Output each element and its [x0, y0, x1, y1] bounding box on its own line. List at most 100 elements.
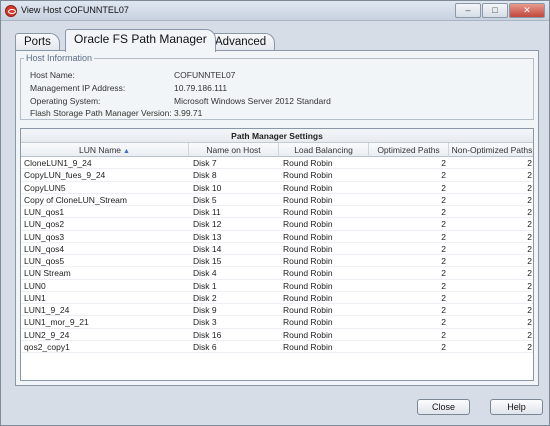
table-row[interactable]: qos2_copy1 Disk 6 Round Robin 2 2: [21, 341, 533, 353]
cell-load-balancing: Round Robin: [283, 219, 333, 230]
cell-lun-name: LUN_qos2: [24, 219, 65, 230]
table-row[interactable]: LUN_qos1 Disk 11 Round Robin 2 2: [21, 206, 533, 219]
host-name-value: COFUNNTEL07: [174, 70, 236, 80]
cell-lun-name: LUN Stream: [24, 268, 71, 279]
cell-load-balancing: Round Robin: [283, 292, 333, 303]
cell-load-balancing: Round Robin: [283, 243, 333, 254]
operating-system-value: Microsoft Windows Server 2012 Standard: [174, 96, 331, 106]
table-row[interactable]: LUN_qos5 Disk 15 Round Robin 2 2: [21, 255, 533, 268]
table-row[interactable]: LUN2_9_24 Disk 16 Round Robin 2 2: [21, 329, 533, 341]
cell-optimized-paths: 2: [441, 231, 446, 242]
cell-load-balancing: Round Robin: [283, 170, 333, 181]
cell-lun-name: LUN_qos5: [24, 256, 65, 266]
column-header-non-optimized-paths[interactable]: Non-Optimized Paths: [449, 143, 533, 157]
table-body: CloneLUN1_9_24 Disk 7 Round Robin 2 2 CopyLUN…: [21, 157, 533, 353]
cell-optimized-paths: 2: [441, 268, 446, 279]
cell-name-on-host: Disk 4: [193, 268, 217, 279]
table-row[interactable]: LUN1_mor_9_21 Disk 3 Round Robin 2 2: [21, 316, 533, 329]
cell-lun-name: CopyLUN5: [24, 182, 66, 193]
cell-non-optimized-paths: 2: [527, 317, 532, 328]
table-row[interactable]: CopyLUN5 Disk 10 Round Robin 2 2: [21, 182, 533, 194]
cell-optimized-paths: 2: [441, 207, 446, 217]
cell-load-balancing: Round Robin: [283, 231, 333, 242]
table-row[interactable]: LUN Stream Disk 4 Round Robin 2 2: [21, 267, 533, 280]
cell-optimized-paths: 2: [441, 256, 446, 266]
cell-lun-name: LUN1_9_24: [24, 305, 70, 315]
oracle-app-icon: [5, 5, 17, 17]
cell-lun-name: CopyLUN_fues_9_24: [24, 170, 106, 181]
sort-ascending-icon: ▲: [123, 148, 130, 155]
cell-lun-name: LUN2_9_24: [24, 329, 70, 340]
cell-lun-name: CloneLUN1_9_24: [24, 158, 92, 168]
cell-load-balancing: Round Robin: [283, 194, 333, 205]
table-row[interactable]: LUN1_9_24 Disk 9 Round Robin 2 2: [21, 304, 533, 317]
cell-load-balancing: Round Robin: [283, 207, 333, 217]
cell-optimized-paths: 2: [441, 341, 446, 352]
column-header-lun-name[interactable]: LUN Name ▲: [21, 143, 189, 157]
path-manager-settings-table: Path Manager Settings LUN Name ▲ Name on …: [20, 128, 534, 381]
cell-optimized-paths: 2: [441, 305, 446, 315]
title-bar[interactable]: View Host COFUNNTEL07 – □ ✕: [1, 1, 549, 21]
minimize-icon[interactable]: –: [455, 3, 481, 18]
cell-lun-name: LUN1_mor_9_21: [24, 317, 89, 328]
cell-name-on-host: Disk 13: [193, 231, 222, 242]
maximize-icon[interactable]: □: [482, 3, 508, 18]
cell-non-optimized-paths: 2: [527, 268, 532, 279]
host-name-label: Host Name:: [30, 70, 75, 80]
cell-non-optimized-paths: 2: [527, 219, 532, 230]
cell-non-optimized-paths: 2: [527, 182, 532, 193]
help-button[interactable]: Help: [490, 399, 543, 415]
cell-optimized-paths: 2: [441, 317, 446, 328]
tab-oracle-fs-path-manager[interactable]: Oracle FS Path Manager: [65, 29, 216, 52]
table-row[interactable]: Copy of CloneLUN_Stream Disk 5 Round Robin…: [21, 194, 533, 206]
cell-non-optimized-paths: 2: [527, 194, 532, 205]
tab-ports[interactable]: Ports: [15, 33, 60, 51]
management-ip-value: 10.79.186.111: [174, 83, 228, 93]
cell-load-balancing: Round Robin: [283, 256, 333, 266]
cell-lun-name: LUN_qos1: [24, 207, 65, 217]
cell-optimized-paths: 2: [441, 329, 446, 340]
cell-load-balancing: Round Robin: [283, 341, 333, 352]
table-row[interactable]: CloneLUN1_9_24 Disk 7 Round Robin 2 2: [21, 157, 533, 170]
cell-optimized-paths: 2: [441, 280, 446, 291]
cell-load-balancing: Round Robin: [283, 158, 333, 168]
cell-optimized-paths: 2: [441, 170, 446, 181]
table-row[interactable]: LUN_qos3 Disk 13 Round Robin 2 2: [21, 231, 533, 243]
column-header-optimized-paths[interactable]: Optimized Paths: [369, 143, 449, 157]
cell-name-on-host: Disk 6: [193, 341, 217, 352]
cell-non-optimized-paths: 2: [527, 256, 532, 266]
cell-name-on-host: Disk 12: [193, 219, 222, 230]
table-row[interactable]: LUN1 Disk 2 Round Robin 2 2: [21, 292, 533, 304]
path-manager-version-label: Flash Storage Path Manager Version:: [30, 108, 172, 118]
cell-lun-name: LUN0: [24, 280, 46, 291]
cell-optimized-paths: 2: [441, 219, 446, 230]
table-row[interactable]: LUN_qos2 Disk 12 Round Robin 2 2: [21, 218, 533, 231]
cell-lun-name: LUN_qos4: [24, 243, 65, 254]
cell-name-on-host: Disk 9: [193, 305, 217, 315]
cell-lun-name: LUN1: [24, 292, 46, 303]
operating-system-label: Operating System:: [30, 96, 101, 106]
table-row[interactable]: LUN_qos4 Disk 14 Round Robin 2 2: [21, 243, 533, 255]
cell-non-optimized-paths: 2: [527, 231, 532, 242]
cell-name-on-host: Disk 3: [193, 317, 217, 328]
table-row[interactable]: LUN0 Disk 1 Round Robin 2 2: [21, 280, 533, 292]
cell-optimized-paths: 2: [441, 194, 446, 205]
cell-lun-name: Copy of CloneLUN_Stream: [24, 194, 127, 205]
cell-optimized-paths: 2: [441, 182, 446, 193]
view-host-window: View Host COFUNNTEL07 – □ ✕ Ports Oracle…: [0, 0, 550, 426]
cell-name-on-host: Disk 8: [193, 170, 217, 181]
column-header-load-balancing[interactable]: Load Balancing: [279, 143, 369, 157]
close-icon[interactable]: ✕: [509, 3, 545, 18]
window-controls: – □ ✕: [454, 3, 545, 18]
table-title: Path Manager Settings: [21, 129, 533, 143]
cell-non-optimized-paths: 2: [527, 170, 532, 181]
cell-non-optimized-paths: 2: [527, 207, 532, 217]
close-button[interactable]: Close: [417, 399, 470, 415]
window-title: View Host COFUNNTEL07: [21, 5, 129, 15]
host-information-legend: Host Information: [24, 53, 95, 63]
tab-advanced[interactable]: Advanced: [206, 33, 276, 51]
column-header-name-on-host[interactable]: Name on Host: [189, 143, 279, 157]
cell-load-balancing: Round Robin: [283, 317, 333, 328]
table-row[interactable]: CopyLUN_fues_9_24 Disk 8 Round Robin 2 2: [21, 169, 533, 182]
cell-lun-name: LUN_qos3: [24, 231, 65, 242]
